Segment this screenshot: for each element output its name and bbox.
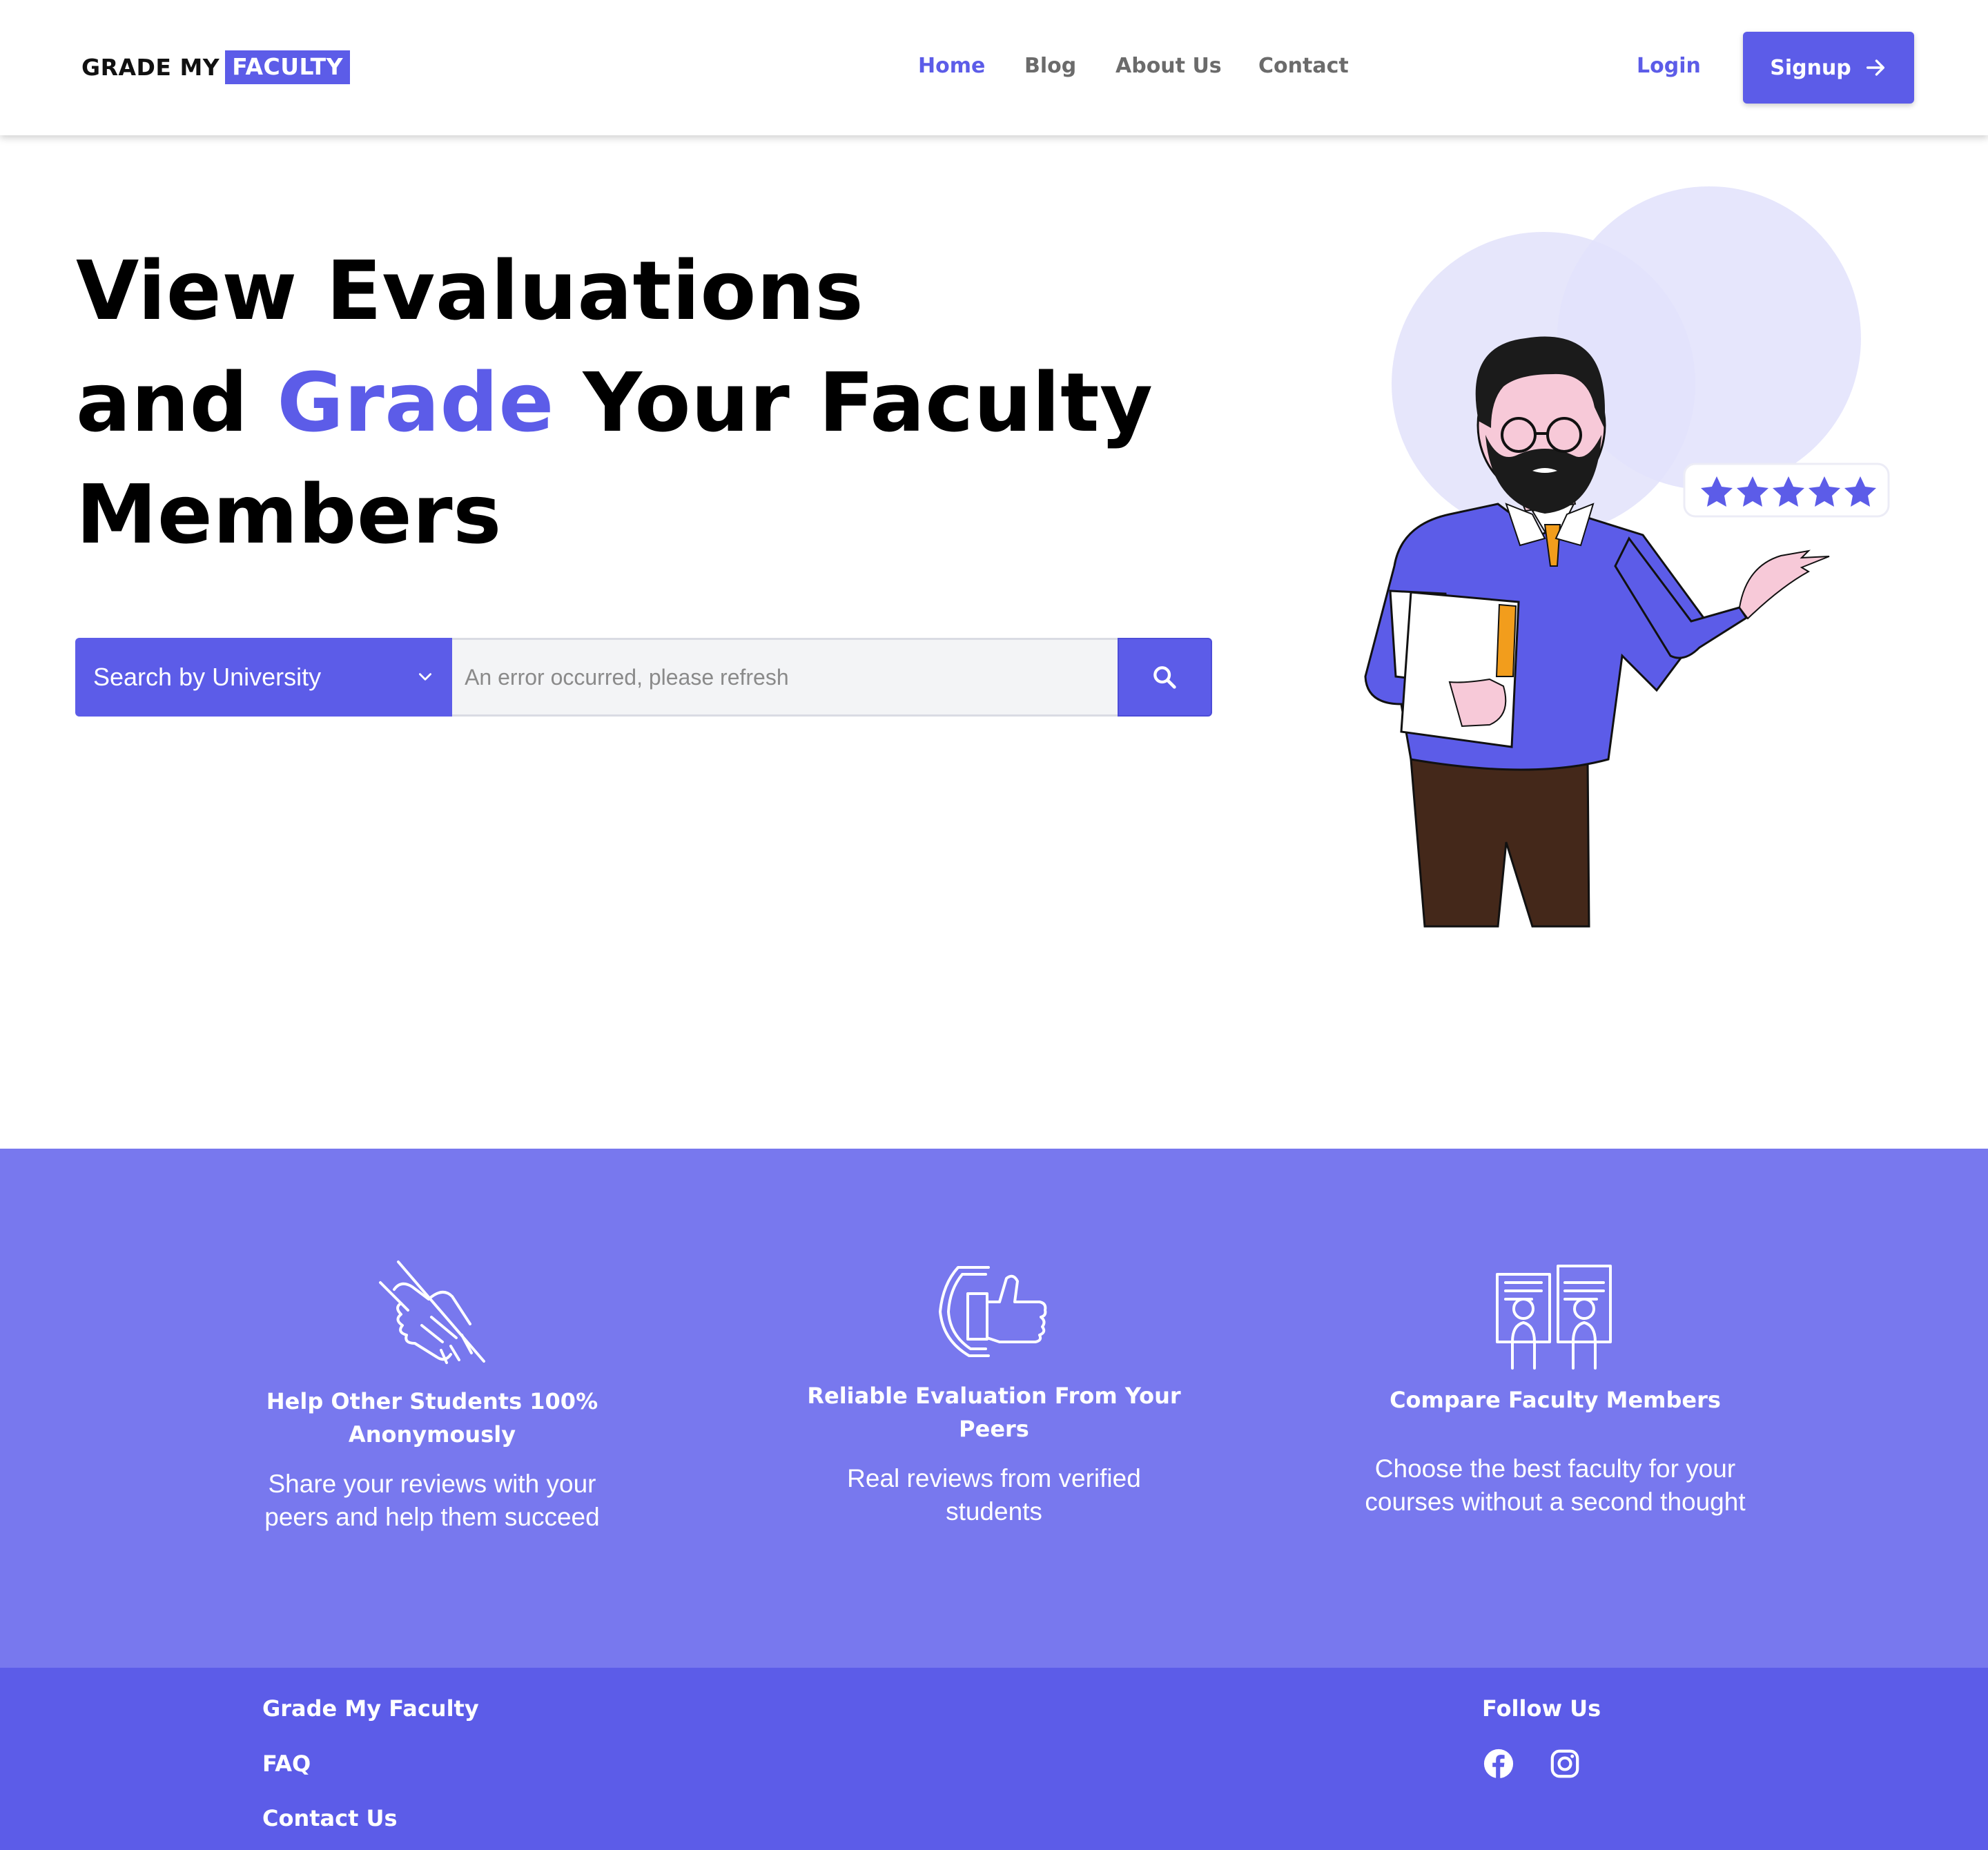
chevron-down-icon: [419, 673, 432, 681]
top-navbar: GRADE MY FACULTY Home Blog About Us Cont…: [0, 0, 1988, 135]
hero-line-3: Members: [76, 467, 502, 562]
feature-card-anonymous: Help Other Students 100% Anonymously Sha…: [239, 1259, 625, 1534]
logo-text-faculty: FACULTY: [225, 50, 350, 84]
teacher-illustration: [1364, 186, 1890, 928]
university-select[interactable]: Search by University: [75, 638, 453, 717]
search-icon: [1153, 666, 1177, 689]
hero-line-2: and Grade Your Faculty: [76, 347, 1153, 458]
nav-contact[interactable]: Contact: [1258, 54, 1349, 78]
follow-us-label: Follow Us: [1482, 1695, 1601, 1722]
hero-heading: View Evaluations and Grade Your Faculty …: [76, 235, 1153, 570]
login-link[interactable]: Login: [1637, 54, 1701, 78]
feature-text-reliable: Real reviews from verified students: [847, 1464, 1141, 1526]
university-select-label: Search by University: [93, 663, 322, 691]
features-section: Help Other Students 100% Anonymously Sha…: [0, 1149, 1988, 1668]
signup-button[interactable]: Signup: [1743, 32, 1914, 104]
feature-card-reliable: Reliable Evaluation From Your Peers Real…: [801, 1263, 1187, 1528]
hero-accent-word: Grade: [277, 355, 554, 450]
feature-title-reliable: Reliable Evaluation From Your Peers: [807, 1383, 1181, 1442]
book: [1389, 590, 1520, 748]
search-bar: Search by University: [75, 638, 1212, 717]
handshake-icon: [379, 1260, 485, 1364]
footer: Grade My Faculty FAQ Contact Us Follow U…: [0, 1668, 1988, 1850]
nav-about-us[interactable]: About Us: [1115, 54, 1222, 78]
nav-blog[interactable]: Blog: [1024, 54, 1076, 78]
footer-link-faq[interactable]: FAQ: [262, 1751, 311, 1777]
footer-link-contact-us[interactable]: Contact Us: [262, 1805, 398, 1831]
search-input[interactable]: [452, 638, 1118, 717]
feature-text-compare: Choose the best faculty for your courses…: [1365, 1454, 1746, 1516]
logo-text-grade-my: GRADE MY: [81, 53, 220, 81]
instagram-icon[interactable]: [1549, 1748, 1581, 1780]
hero-line-2-end: Your Faculty: [554, 355, 1153, 450]
feature-title-compare: Compare Faculty Members: [1390, 1387, 1721, 1413]
logo[interactable]: GRADE MY FACULTY: [81, 48, 350, 86]
feature-title-anonymous: Help Other Students 100% Anonymously: [266, 1388, 598, 1448]
rating-card: [1683, 463, 1890, 518]
signup-label: Signup: [1770, 55, 1851, 80]
facebook-icon[interactable]: [1483, 1748, 1514, 1780]
arrow-right-icon: [1866, 59, 1884, 76]
hero-line-2-start: and: [76, 355, 277, 450]
hero-line-1: View Evaluations: [76, 243, 864, 338]
nav-home[interactable]: Home: [918, 54, 985, 78]
thumbs-up-shield-icon: [939, 1266, 1047, 1357]
search-button[interactable]: [1117, 638, 1212, 717]
compare-profiles-icon: [1496, 1265, 1612, 1370]
feature-card-compare: Compare Faculty Members Choose the best …: [1362, 1259, 1748, 1519]
feature-text-anonymous: Share your reviews with your peers and h…: [264, 1470, 600, 1531]
footer-link-grade-my-faculty[interactable]: Grade My Faculty: [262, 1695, 479, 1722]
